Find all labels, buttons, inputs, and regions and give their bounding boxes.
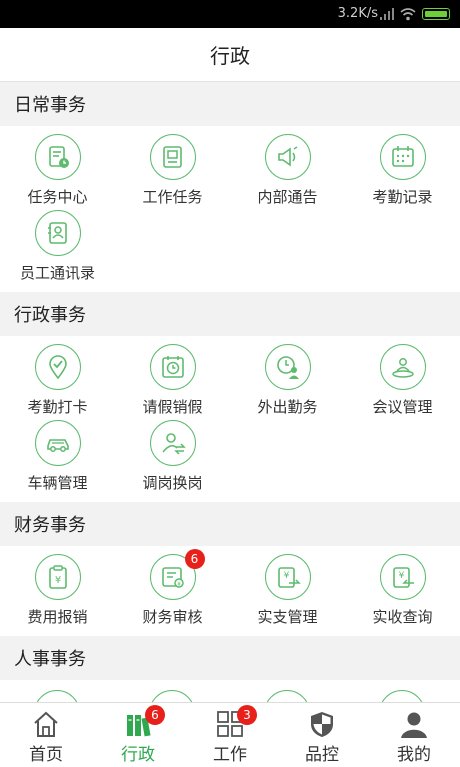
menu-item-label: 实收查询 xyxy=(372,608,433,626)
tab-label: 行政 xyxy=(121,745,155,765)
home-icon xyxy=(31,709,61,739)
finance-audit-icon: ¥6 xyxy=(149,549,205,600)
menu-item-label: 财务审核 xyxy=(142,608,203,626)
outing-clock-person-icon xyxy=(264,344,311,390)
page-title: 行政 xyxy=(0,28,460,82)
meeting-people-icon xyxy=(379,344,426,390)
section-title: 人事事务 xyxy=(0,636,460,680)
location-check-icon xyxy=(34,344,81,390)
tab-label: 工作 xyxy=(213,745,247,765)
notification-badge: 6 xyxy=(145,705,165,725)
car-icon xyxy=(34,420,81,466)
menu-item-label: 请假销假 xyxy=(142,398,203,416)
menu-item-outing-clock-person[interactable]: 外出勤务 xyxy=(230,344,345,420)
menu-item-megaphone[interactable]: 内部通告 xyxy=(230,134,345,210)
menu-item-icon-partial[interactable] xyxy=(264,690,310,702)
transfer-person-icon xyxy=(149,420,196,466)
menu-item-calendar[interactable]: 考勤记录 xyxy=(345,134,460,210)
tab-label: 首页 xyxy=(29,745,63,765)
menu-item-payment-in[interactable]: ¥ 实收查询 xyxy=(345,554,460,630)
payment-out-icon: ¥ xyxy=(264,554,311,600)
tab-shield[interactable]: 品控 xyxy=(276,703,368,767)
section-title: 日常事务 xyxy=(0,82,460,126)
tab-admin-books[interactable]: 6 行政 xyxy=(92,703,184,767)
menu-item-work-task[interactable]: 工作任务 xyxy=(115,134,230,210)
tab-label: 品控 xyxy=(305,745,339,765)
menu-item-icon-partial[interactable] xyxy=(149,690,195,702)
menu-item-label: 考勤记录 xyxy=(372,188,433,206)
menu-item-payment-out[interactable]: ¥ 实支管理 xyxy=(230,554,345,630)
svg-text:¥: ¥ xyxy=(177,581,181,588)
status-bar: 3.2K/s xyxy=(0,0,460,28)
menu-item-icon-partial[interactable] xyxy=(379,690,425,702)
menu-item-label: 工作任务 xyxy=(142,188,203,206)
menu-item-contacts-book[interactable]: 员工通讯录 xyxy=(0,210,115,286)
menu-item-task-center[interactable]: 任务中心 xyxy=(0,134,115,210)
menu-item-label: 考勤打卡 xyxy=(27,398,88,416)
section-title: 行政事务 xyxy=(0,292,460,336)
svg-text:¥: ¥ xyxy=(398,571,404,581)
leave-clock-icon xyxy=(149,344,196,390)
main-content[interactable]: 日常事务任务中心 工作任务 内部通告 考勤记录员工通讯录行政事务考勤打卡 请假销假 外出勤… xyxy=(0,82,460,702)
signal-icon xyxy=(380,8,394,20)
section-grid: 考勤打卡 请假销假 外出勤务 会议管理车辆管理 调岗换岗 xyxy=(0,336,460,502)
grid-icon: 3 xyxy=(215,705,257,739)
section-grid-partial xyxy=(0,680,460,702)
menu-item-finance-audit[interactable]: ¥6 财务审核 xyxy=(115,549,230,630)
menu-item-location-check[interactable]: 考勤打卡 xyxy=(0,344,115,420)
bottom-tab-bar: 首页 6 行政 3 工作 品控 我的 xyxy=(0,702,460,767)
menu-item-label: 会议管理 xyxy=(372,398,433,416)
menu-item-label: 调岗换岗 xyxy=(142,474,203,492)
network-speed: 3.2K/s xyxy=(337,6,378,21)
shield-icon xyxy=(307,709,337,739)
section-title: 财务事务 xyxy=(0,502,460,546)
section-grid: 任务中心 工作任务 内部通告 考勤记录员工通讯录 xyxy=(0,126,460,292)
menu-item-label: 员工通讯录 xyxy=(19,264,95,282)
battery-icon xyxy=(422,8,450,20)
menu-item-label: 外出勤务 xyxy=(257,398,318,416)
tab-label: 我的 xyxy=(397,745,431,765)
tab-home[interactable]: 首页 xyxy=(0,703,92,767)
menu-item-label: 任务中心 xyxy=(27,188,88,206)
menu-item-transfer-person[interactable]: 调岗换岗 xyxy=(115,420,230,496)
megaphone-icon xyxy=(264,134,311,180)
calendar-icon xyxy=(379,134,426,180)
menu-item-meeting-people[interactable]: 会议管理 xyxy=(345,344,460,420)
payment-in-icon: ¥ xyxy=(379,554,426,600)
wifi-icon xyxy=(400,8,416,21)
menu-item-car[interactable]: 车辆管理 xyxy=(0,420,115,496)
notification-badge: 3 xyxy=(237,705,257,725)
work-task-icon xyxy=(149,134,196,180)
tab-user[interactable]: 我的 xyxy=(368,703,460,767)
section-grid: ¥ 费用报销 ¥6 财务审核 ¥ 实支管理 ¥ 实收查询 xyxy=(0,546,460,636)
menu-item-icon-partial[interactable] xyxy=(34,690,80,702)
admin-books-icon: 6 xyxy=(123,705,165,739)
expense-clipboard-icon: ¥ xyxy=(34,554,81,600)
tab-grid[interactable]: 3 工作 xyxy=(184,703,276,767)
menu-item-expense-clipboard[interactable]: ¥ 费用报销 xyxy=(0,554,115,630)
contacts-book-icon xyxy=(34,210,81,256)
menu-item-label: 费用报销 xyxy=(27,608,88,626)
menu-item-label: 实支管理 xyxy=(257,608,318,626)
menu-item-leave-clock[interactable]: 请假销假 xyxy=(115,344,230,420)
task-center-icon xyxy=(34,134,81,180)
notification-badge: 6 xyxy=(184,549,205,569)
user-icon xyxy=(399,709,429,739)
menu-item-label: 内部通告 xyxy=(257,188,318,206)
svg-text:¥: ¥ xyxy=(54,575,60,586)
menu-item-label: 车辆管理 xyxy=(27,474,88,492)
svg-text:¥: ¥ xyxy=(283,571,289,581)
